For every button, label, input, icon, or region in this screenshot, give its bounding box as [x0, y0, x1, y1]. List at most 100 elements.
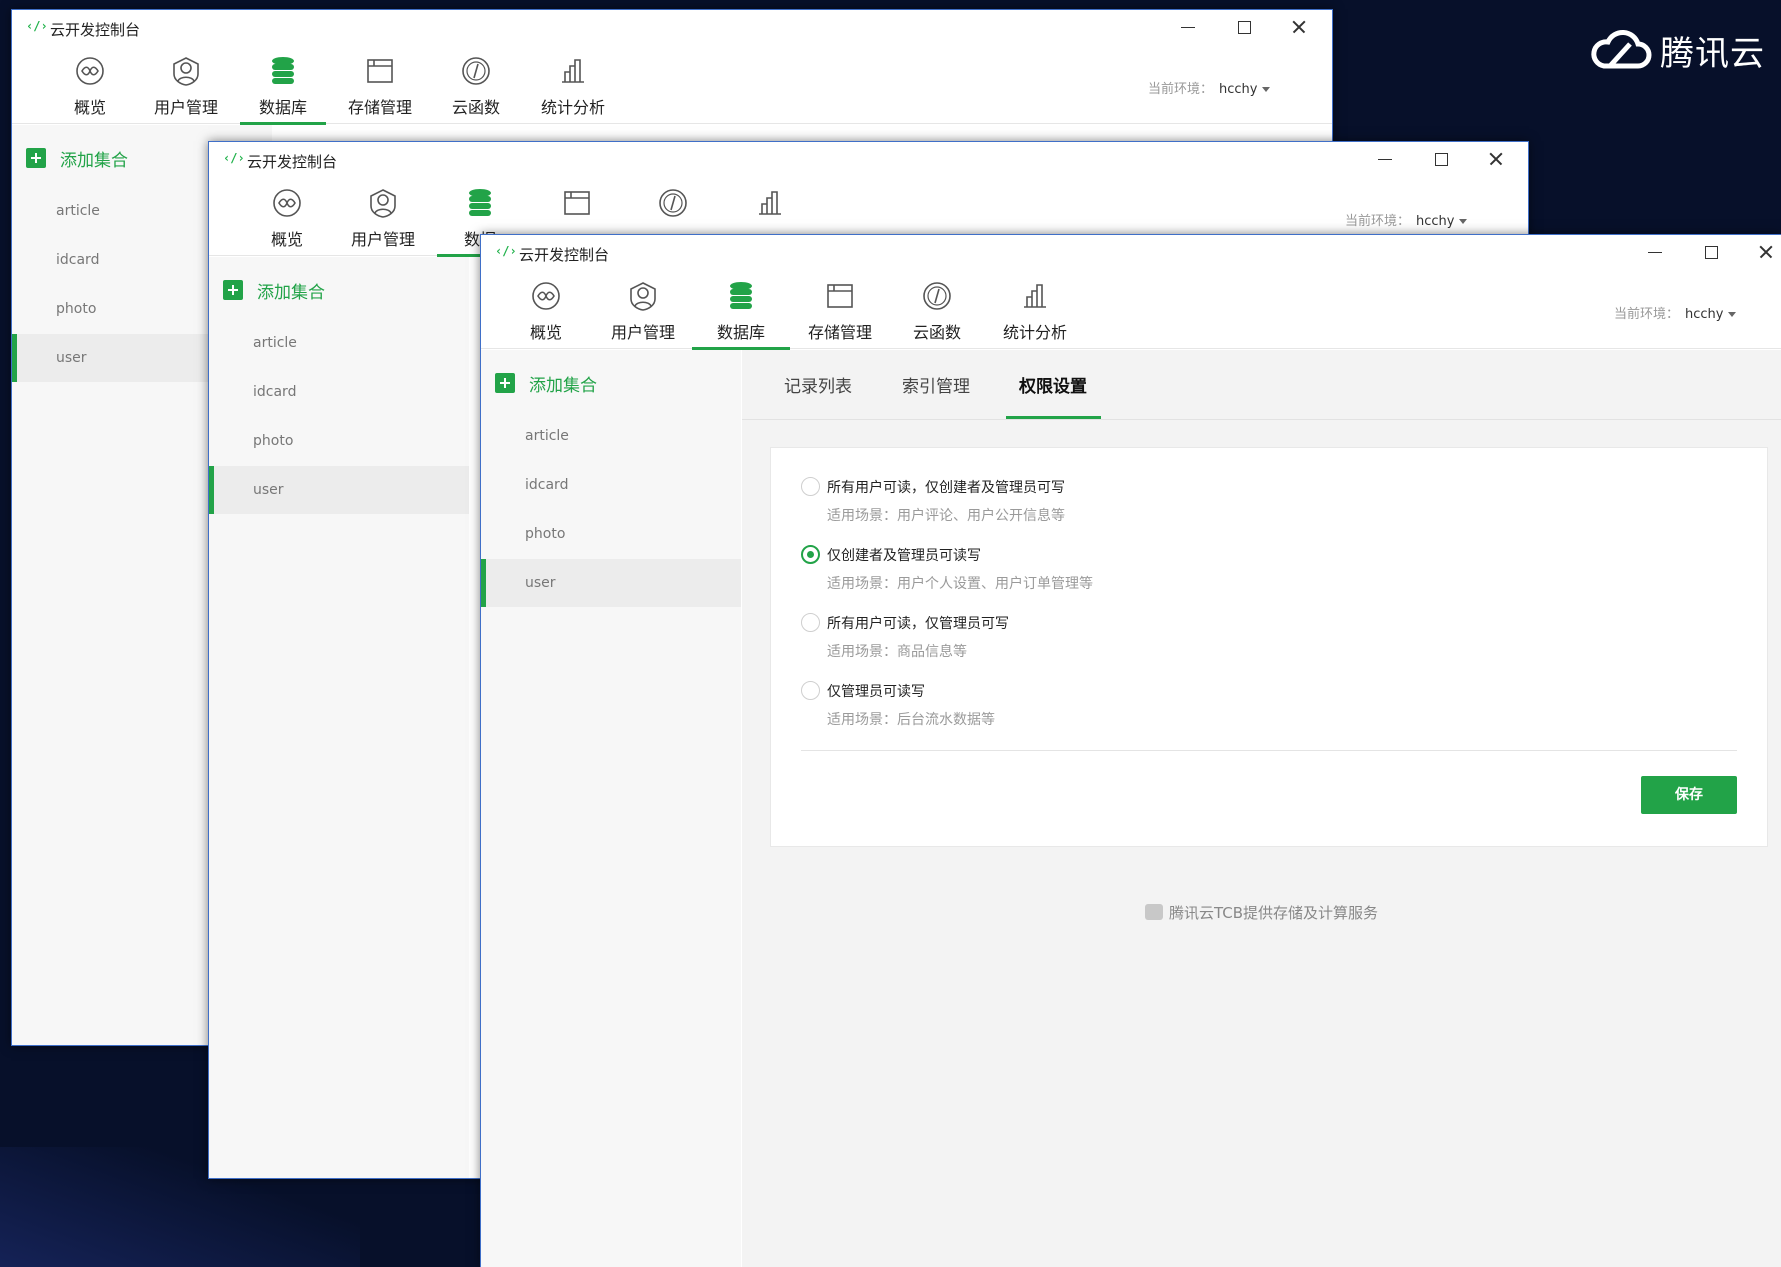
collection-label: idcard — [253, 384, 297, 400]
nav-item-overview[interactable]: 概览 — [47, 44, 133, 124]
user-icon — [370, 189, 396, 218]
nav-item-cloud-function[interactable]: 云函数 — [894, 269, 980, 349]
option-description: 适用场景：用户评论、用户公开信息等 — [827, 508, 1065, 524]
storage-icon — [564, 191, 590, 215]
env-label: 当前环境： — [1614, 307, 1680, 322]
close-button[interactable] — [1752, 239, 1780, 265]
env-value: hcchy — [1685, 307, 1724, 322]
collection-label: user — [56, 350, 87, 366]
app-logo-icon: ‹/› — [223, 151, 245, 165]
option-title: 所有用户可读，仅创建者及管理员可写 — [827, 480, 1065, 496]
chevron-down-icon — [1262, 87, 1271, 92]
radio-button[interactable] — [801, 681, 820, 700]
collection-item-user[interactable]: user — [481, 559, 741, 607]
nav-item-user-management[interactable]: 用户管理 — [600, 269, 686, 349]
nav-item-storage[interactable]: 存储管理 — [797, 269, 883, 349]
add-collection-button[interactable]: 添加集合 — [223, 279, 325, 303]
option-title: 所有用户可读，仅管理员可写 — [827, 616, 1009, 632]
user-icon — [630, 282, 656, 311]
tab-index-management[interactable]: 索引管理 — [902, 372, 970, 397]
save-button[interactable]: 保存 — [1641, 776, 1737, 814]
window-titlebar: ‹/› 云开发控制台 — [209, 142, 1528, 176]
tab-permission-settings[interactable]: 权限设置 — [1019, 372, 1087, 397]
collection-item-photo[interactable]: photo — [481, 510, 741, 558]
nav-label: 存储管理 — [807, 323, 872, 342]
window-titlebar: ‹/› 云开发控制台 — [481, 235, 1781, 269]
collection-label: photo — [56, 301, 97, 317]
active-tab-indicator — [1006, 416, 1101, 419]
user-icon — [173, 57, 199, 86]
nav-item-database[interactable]: 数据库 — [692, 269, 790, 350]
brand-name: 腾讯云 — [1660, 33, 1765, 74]
top-nav: 概览 用户管理 数据库 存储管理 云函数 统计分析 当前环境： hcchy — [12, 44, 1332, 125]
nav-item-statistics[interactable]: 统计分析 — [530, 44, 616, 124]
environment-selector[interactable]: 当前环境： hcchy — [1345, 210, 1468, 229]
minimize-button[interactable] — [1371, 146, 1399, 172]
minimize-button[interactable] — [1641, 239, 1669, 265]
option-description: 适用场景：商品信息等 — [827, 644, 967, 660]
close-button[interactable] — [1285, 14, 1313, 40]
nav-label: 概览 — [270, 230, 303, 249]
nav-label: 统计分析 — [540, 98, 605, 117]
nav-label: 用户管理 — [153, 98, 218, 117]
collection-item-article[interactable]: article — [209, 319, 469, 367]
add-collection-label: 添加集合 — [60, 150, 128, 171]
plus-icon — [26, 148, 46, 168]
env-label: 当前环境： — [1345, 214, 1411, 229]
nav-label: 统计分析 — [1002, 323, 1067, 342]
close-button[interactable] — [1482, 146, 1510, 172]
collection-label: user — [525, 575, 556, 591]
nav-label: 云函数 — [451, 98, 500, 117]
collection-label: article — [525, 428, 569, 444]
tencent-cloud-logo: 腾讯云 — [1590, 24, 1765, 76]
maximize-button[interactable] — [1427, 146, 1455, 172]
nav-item-database[interactable]: 数据库 — [240, 44, 326, 125]
option-description: 适用场景：后台流水数据等 — [827, 712, 995, 728]
collection-label: article — [56, 203, 100, 219]
maximize-button[interactable] — [1230, 14, 1258, 40]
add-collection-button[interactable]: 添加集合 — [26, 147, 128, 171]
environment-selector[interactable]: 当前环境： hcchy — [1148, 78, 1271, 97]
collection-item-idcard[interactable]: idcard — [209, 368, 469, 416]
radio-button[interactable] — [801, 613, 820, 632]
storage-icon — [367, 59, 393, 83]
nav-label: 概览 — [529, 323, 562, 342]
nav-item-storage[interactable]: 存储管理 — [337, 44, 423, 124]
add-collection-button[interactable]: 添加集合 — [495, 372, 597, 396]
environment-selector[interactable]: 当前环境： hcchy — [1614, 303, 1737, 322]
statistics-icon — [1024, 284, 1046, 308]
collection-item-idcard[interactable]: idcard — [481, 461, 741, 509]
statistics-icon — [562, 59, 584, 83]
collection-label: idcard — [525, 477, 569, 493]
nav-item-statistics[interactable]: 统计分析 — [992, 269, 1078, 349]
collection-item-user[interactable]: user — [209, 466, 469, 514]
console-window-front: ‹/› 云开发控制台 概览 用户管理 数据库 存储管理 云函数 统计分析 当前环… — [480, 234, 1781, 1267]
maximize-button[interactable] — [1697, 239, 1725, 265]
nav-item-overview[interactable]: 概览 — [244, 176, 330, 256]
window-titlebar: ‹/› 云开发控制台 — [12, 10, 1332, 44]
tab-record-list[interactable]: 记录列表 — [784, 372, 852, 397]
window-title: 云开发控制台 — [247, 153, 338, 171]
nav-item-user-management[interactable]: 用户管理 — [340, 176, 426, 256]
radio-button-selected[interactable] — [801, 545, 820, 564]
env-value: hcchy — [1416, 214, 1455, 229]
cloud-logo-icon — [1591, 30, 1652, 69]
nav-item-overview[interactable]: 概览 — [503, 269, 589, 349]
main-content: 记录列表 索引管理 权限设置 所有用户可读，仅创建者及管理员可写 适用场景：用户… — [742, 350, 1781, 1267]
footer: 腾讯云TCB提供存储及计算服务 — [742, 902, 1781, 923]
collection-label: photo — [525, 526, 566, 542]
overview-icon — [273, 189, 301, 217]
collection-sidebar: 添加集合 article idcard photo user — [481, 350, 741, 1267]
cloud-function-icon — [462, 57, 490, 85]
window-title: 云开发控制台 — [50, 21, 141, 39]
nav-item-cloud-function[interactable]: 云函数 — [433, 44, 519, 124]
collection-item-photo[interactable]: photo — [209, 417, 469, 465]
option-description: 适用场景：用户个人设置、用户订单管理等 — [827, 576, 1093, 592]
collection-label: photo — [253, 433, 294, 449]
collection-item-article[interactable]: article — [481, 412, 741, 460]
tcb-icon — [1144, 904, 1163, 920]
nav-item-user-management[interactable]: 用户管理 — [143, 44, 229, 124]
cloud-function-icon — [923, 282, 951, 310]
minimize-button[interactable] — [1174, 14, 1202, 40]
radio-button[interactable] — [801, 477, 820, 496]
